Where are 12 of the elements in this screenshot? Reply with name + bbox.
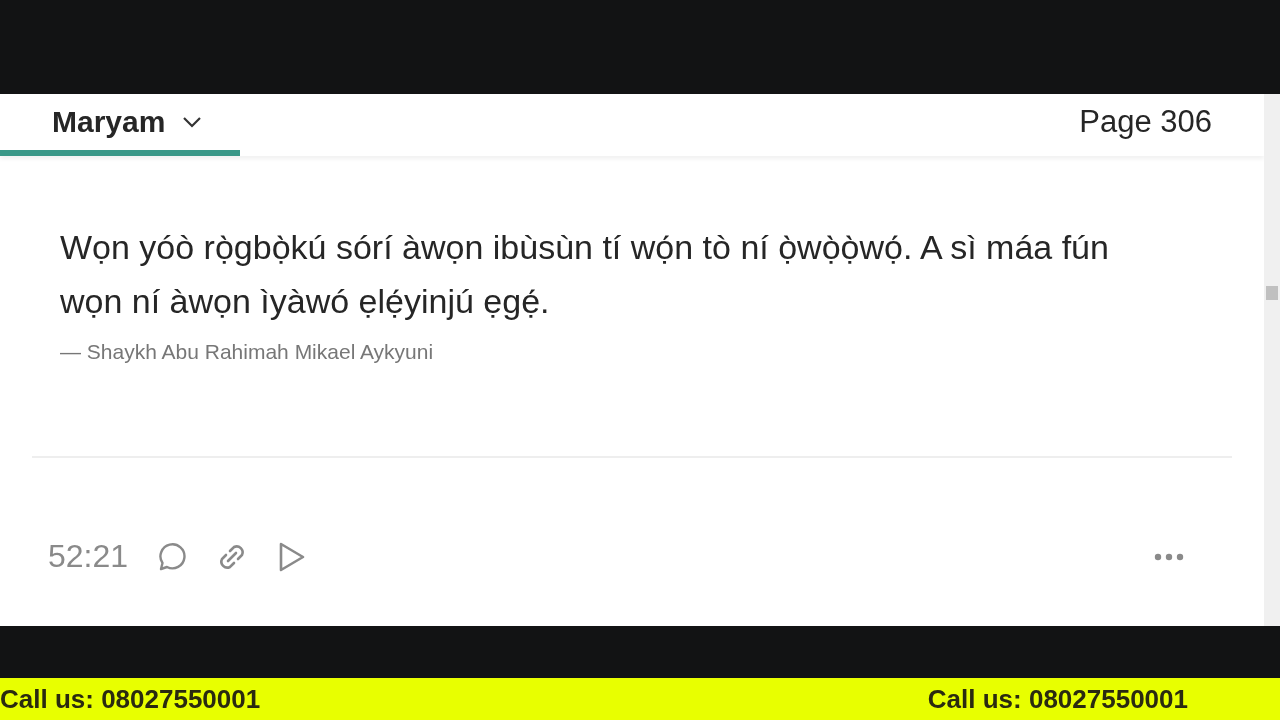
scrollbar-thumb[interactable] — [1266, 286, 1278, 300]
page-number: Page 306 — [1079, 104, 1212, 140]
quote-attribution: — Shaykh Abu Rahimah Mikael Aykyuni — [60, 340, 435, 364]
scrollbar[interactable] — [1264, 94, 1280, 626]
play-icon[interactable] — [278, 540, 307, 573]
caret-icon — [181, 115, 204, 129]
timestamp: 52:21 — [48, 538, 129, 575]
chapter-dropdown[interactable]: Maryam — [52, 105, 204, 139]
more-icon[interactable] — [1154, 552, 1184, 561]
phone-text: Call us: 08027550001 — [927, 683, 1188, 715]
quote-text: Wọn yóò rọ̀gbọ̀kú sórí àwọn ibùsùn tí wọ́n tò ní ọ̀wọ̀ọ̀wọ́. A sì máa fún wọn ní àwọn ìyàwó ẹlẹ́yinjú ẹgẹ́. — [60, 227, 1110, 322]
phone-text: Call us: 08027550001 — [0, 683, 261, 715]
